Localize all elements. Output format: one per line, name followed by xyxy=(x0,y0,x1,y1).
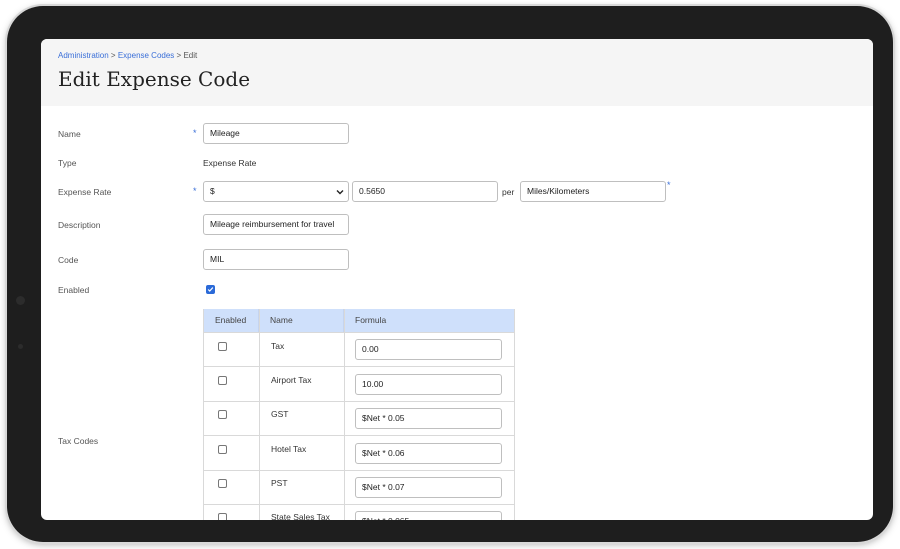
currency-select-value: $ xyxy=(210,186,215,196)
column-header-name: Name xyxy=(259,309,344,332)
table-row: Airport Tax 10.00 xyxy=(204,366,514,401)
breadcrumb-administration[interactable]: Administration xyxy=(58,51,109,60)
page-header: Administration > Expense Codes > Edit Ed… xyxy=(41,39,873,106)
table-row: PST $Net * 0.07 xyxy=(204,470,514,505)
breadcrumb-separator: > xyxy=(110,51,116,60)
tax-name: PST xyxy=(271,478,288,488)
tax-formula-input[interactable]: $Net * 0.07 xyxy=(355,477,502,498)
tax-enabled-checkbox[interactable] xyxy=(218,342,227,351)
table-row: GST $Net * 0.05 xyxy=(204,401,514,436)
column-header-enabled: Enabled xyxy=(204,309,259,332)
table-row: Tax 0.00 xyxy=(204,332,514,367)
tax-codes-table: Enabled Name Formula Tax 0.00 Airport Ta… xyxy=(203,309,515,520)
tax-name: Tax xyxy=(271,341,285,351)
description-input[interactable]: Mileage reimbursement for travel xyxy=(203,214,349,235)
breadcrumb-expense-codes[interactable]: Expense Codes xyxy=(118,51,174,60)
rate-amount-input[interactable]: 0.5650 xyxy=(352,181,498,202)
tax-enabled-checkbox[interactable] xyxy=(218,445,227,454)
breadcrumb: Administration > Expense Codes > Edit xyxy=(58,51,197,60)
enabled-checkbox[interactable] xyxy=(206,285,215,294)
tax-enabled-checkbox[interactable] xyxy=(218,376,227,385)
tax-formula-input[interactable]: 0.00 xyxy=(355,339,502,360)
required-marker: * xyxy=(193,186,197,196)
type-value: Expense Rate xyxy=(203,158,257,168)
tax-formula-input[interactable]: $Net * 0.065 xyxy=(355,511,502,520)
chevron-down-icon xyxy=(336,190,344,195)
description-label: Description xyxy=(58,220,101,230)
tax-name: State Sales Tax xyxy=(271,512,330,520)
tax-name: GST xyxy=(271,409,289,419)
required-marker: * xyxy=(667,180,671,190)
code-label: Code xyxy=(58,255,79,265)
tax-enabled-checkbox[interactable] xyxy=(218,513,227,520)
rate-unit-input[interactable]: Miles/Kilometers xyxy=(520,181,666,202)
per-label: per xyxy=(502,187,515,197)
sensor-dot xyxy=(18,344,23,349)
tax-name: Airport Tax xyxy=(271,375,312,385)
breadcrumb-current: Edit xyxy=(183,51,198,60)
tax-formula-input[interactable]: 10.00 xyxy=(355,374,502,395)
tax-codes-label: Tax Codes xyxy=(58,436,99,446)
code-input[interactable]: MIL xyxy=(203,249,349,270)
tax-formula-input[interactable]: $Net * 0.05 xyxy=(355,408,502,429)
enabled-label: Enabled xyxy=(58,285,90,295)
name-label: Name xyxy=(58,129,81,139)
camera-dot xyxy=(16,296,25,305)
table-row: Hotel Tax $Net * 0.06 xyxy=(204,435,514,470)
tablet-frame: Administration > Expense Codes > Edit Ed… xyxy=(7,6,893,542)
app-screen: Administration > Expense Codes > Edit Ed… xyxy=(41,39,873,520)
expense-rate-label: Expense Rate xyxy=(58,187,112,197)
type-label: Type xyxy=(58,158,77,168)
check-icon xyxy=(207,287,214,292)
tax-enabled-checkbox[interactable] xyxy=(218,410,227,419)
currency-select[interactable]: $ xyxy=(203,181,349,202)
tax-name: Hotel Tax xyxy=(271,444,307,454)
column-header-formula: Formula xyxy=(344,309,514,332)
required-marker: * xyxy=(193,128,197,138)
tax-formula-input[interactable]: $Net * 0.06 xyxy=(355,443,502,464)
tax-enabled-checkbox[interactable] xyxy=(218,479,227,488)
table-row: State Sales Tax $Net * 0.065 xyxy=(204,504,514,520)
breadcrumb-separator: > xyxy=(176,51,182,60)
page-title: Edit Expense Code xyxy=(58,67,251,91)
name-input[interactable]: Mileage xyxy=(203,123,349,144)
